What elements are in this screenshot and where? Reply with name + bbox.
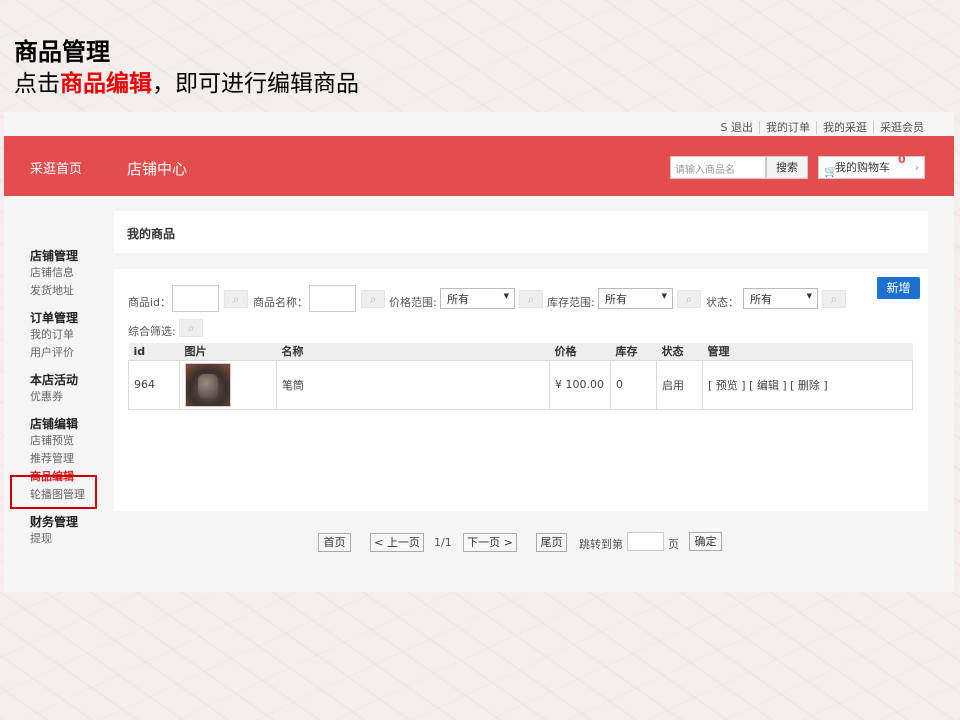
status-filter-label: 状态：	[706, 296, 739, 309]
price-range-select[interactable]: 所有 ▼	[440, 288, 515, 309]
dropdown-arrow-icon: ▼	[503, 292, 509, 300]
sidebar-group: 财务管理	[30, 515, 79, 529]
member-link[interactable]: 采逛会员	[873, 121, 930, 134]
cart-count-badge: 0	[898, 153, 906, 166]
logout-link[interactable]: S 退出	[715, 121, 759, 134]
chevron-right-icon: ›	[914, 161, 919, 174]
page-number-input[interactable]	[627, 532, 664, 551]
stock-range-select[interactable]: 所有 ▼	[598, 288, 673, 309]
search-icon[interactable]: ⌕	[179, 319, 203, 337]
col-header-status: 状态	[656, 343, 703, 360]
add-product-button[interactable]: 新增	[877, 277, 920, 299]
id-filter-label: 商品id：	[128, 296, 172, 309]
stock-range-value: 所有	[605, 293, 627, 306]
price-range-value: 所有	[447, 293, 469, 306]
subtitle-prefix: 点击	[14, 71, 60, 97]
search-icon[interactable]: ⌕	[822, 290, 846, 308]
my-orders-link[interactable]: 我的订单	[759, 121, 816, 134]
search-input[interactable]: 请输入商品名	[670, 156, 766, 179]
cart-label: 我的购物车	[835, 161, 890, 174]
cart-icon: 🛒	[824, 165, 838, 178]
search-icon[interactable]: ⌕	[677, 290, 701, 308]
cell-status: 启用	[656, 359, 703, 410]
stock-filter-label: 库存范围:	[547, 296, 595, 309]
last-page-button[interactable]: 尾页	[536, 533, 567, 552]
status-select[interactable]: 所有 ▼	[743, 288, 818, 309]
id-filter-input[interactable]	[172, 285, 219, 312]
subtitle-suffix: ，即可进行编辑商品	[152, 71, 359, 97]
confirm-button[interactable]: 确定	[689, 532, 722, 551]
col-header-actions: 管理	[702, 343, 913, 360]
product-panel: 商品id： ⌕ 商品名称： ⌕ 价格范围: 所有 ▼ ⌕ 库存范围: 所有 ▼ ⌕ …	[114, 269, 928, 511]
sidebar-item-store-preview[interactable]: 店铺预览	[30, 432, 110, 450]
cell-image	[179, 359, 277, 410]
col-header-name: 名称	[276, 343, 550, 360]
search-icon[interactable]: ⌕	[361, 290, 385, 308]
sidebar-item-coupons[interactable]: 优惠券	[30, 388, 110, 406]
subtitle-highlight: 商品编辑	[60, 70, 152, 97]
dropdown-arrow-icon: ▼	[661, 292, 667, 300]
sidebar-item-my-orders[interactable]: 我的订单	[30, 326, 110, 344]
next-page-button[interactable]: 下一页 >	[463, 533, 517, 552]
cell-id: 964	[128, 359, 180, 410]
sidebar-group: 订单管理	[30, 311, 79, 325]
cell-price: ¥ 100.00	[549, 359, 611, 410]
screenshot-frame: S 退出 我的订单 我的采逛 采逛会员 采逛首页 店铺中心 请输入商品名 搜索 🛒 我…	[4, 112, 954, 592]
slide-subtitle: 点击商品编辑，即可进行编辑商品	[14, 64, 359, 98]
sidebar-item-shipping-address[interactable]: 发货地址	[30, 282, 110, 300]
page-title: 我的商品	[127, 227, 176, 241]
cell-name: 笔筒	[276, 359, 550, 410]
price-filter-label: 价格范围:	[389, 296, 437, 309]
col-header-image: 图片	[179, 343, 277, 360]
jump-label: 跳转到第	[579, 538, 623, 551]
name-filter-input[interactable]	[309, 285, 356, 312]
first-page-button[interactable]: 首页	[318, 533, 351, 552]
sidebar-group: 店铺编辑	[30, 417, 79, 431]
col-header-id: id	[128, 343, 180, 360]
prev-page-button[interactable]: < 上一页	[370, 533, 424, 552]
page-info: 1/1	[434, 536, 452, 549]
sidebar-item-recommend[interactable]: 推荐管理	[30, 450, 110, 468]
search-icon[interactable]: ⌕	[224, 290, 248, 308]
sidebar-group: 店铺管理	[30, 249, 79, 263]
sidebar-item-reviews[interactable]: 用户评价	[30, 344, 110, 362]
highlight-box	[10, 475, 97, 509]
search-button[interactable]: 搜索	[766, 156, 808, 179]
page-unit-label: 页	[668, 538, 679, 551]
sidebar-item-store-info[interactable]: 店铺信息	[30, 264, 110, 282]
name-filter-label: 商品名称：	[253, 296, 308, 309]
dropdown-arrow-icon: ▼	[806, 292, 812, 300]
sidebar-group: 本店活动	[30, 373, 79, 387]
store-center-title: 店铺中心	[127, 160, 188, 178]
cell-actions[interactable]: [ 预览 ] [ 编辑 ] [ 删除 ]	[702, 359, 913, 410]
my-collection-link[interactable]: 我的采逛	[816, 121, 873, 134]
combo-filter-label: 综合筛选:	[128, 325, 176, 338]
home-link[interactable]: 采逛首页	[30, 158, 82, 177]
sidebar-item-withdraw[interactable]: 提现	[30, 530, 110, 548]
col-header-stock: 库存	[610, 343, 657, 360]
search-icon[interactable]: ⌕	[519, 290, 543, 308]
header-bar: 采逛首页 店铺中心 请输入商品名 搜索 🛒 我的购物车 0 ›	[4, 136, 954, 196]
cart-button[interactable]: 🛒 我的购物车 0 ›	[818, 153, 925, 179]
top-links: S 退出 我的订单 我的采逛 采逛会员	[715, 119, 930, 135]
col-header-price: 价格	[549, 343, 611, 360]
status-value: 所有	[750, 293, 772, 306]
table-header-row: id 图片 名称 价格 库存 状态 管理	[128, 343, 913, 360]
page-title-panel: 我的商品	[114, 211, 928, 253]
slide-title: 商品管理	[14, 37, 110, 66]
cell-stock: 0	[610, 359, 657, 410]
table-row: 964 笔筒 ¥ 100.00 0 启用 [ 预览 ] [ 编辑 ] [ 删除 …	[128, 359, 913, 410]
product-table: id 图片 名称 价格 库存 状态 管理 964 笔筒 ¥ 100.00 0 启…	[128, 343, 913, 410]
product-thumbnail[interactable]	[185, 362, 231, 407]
